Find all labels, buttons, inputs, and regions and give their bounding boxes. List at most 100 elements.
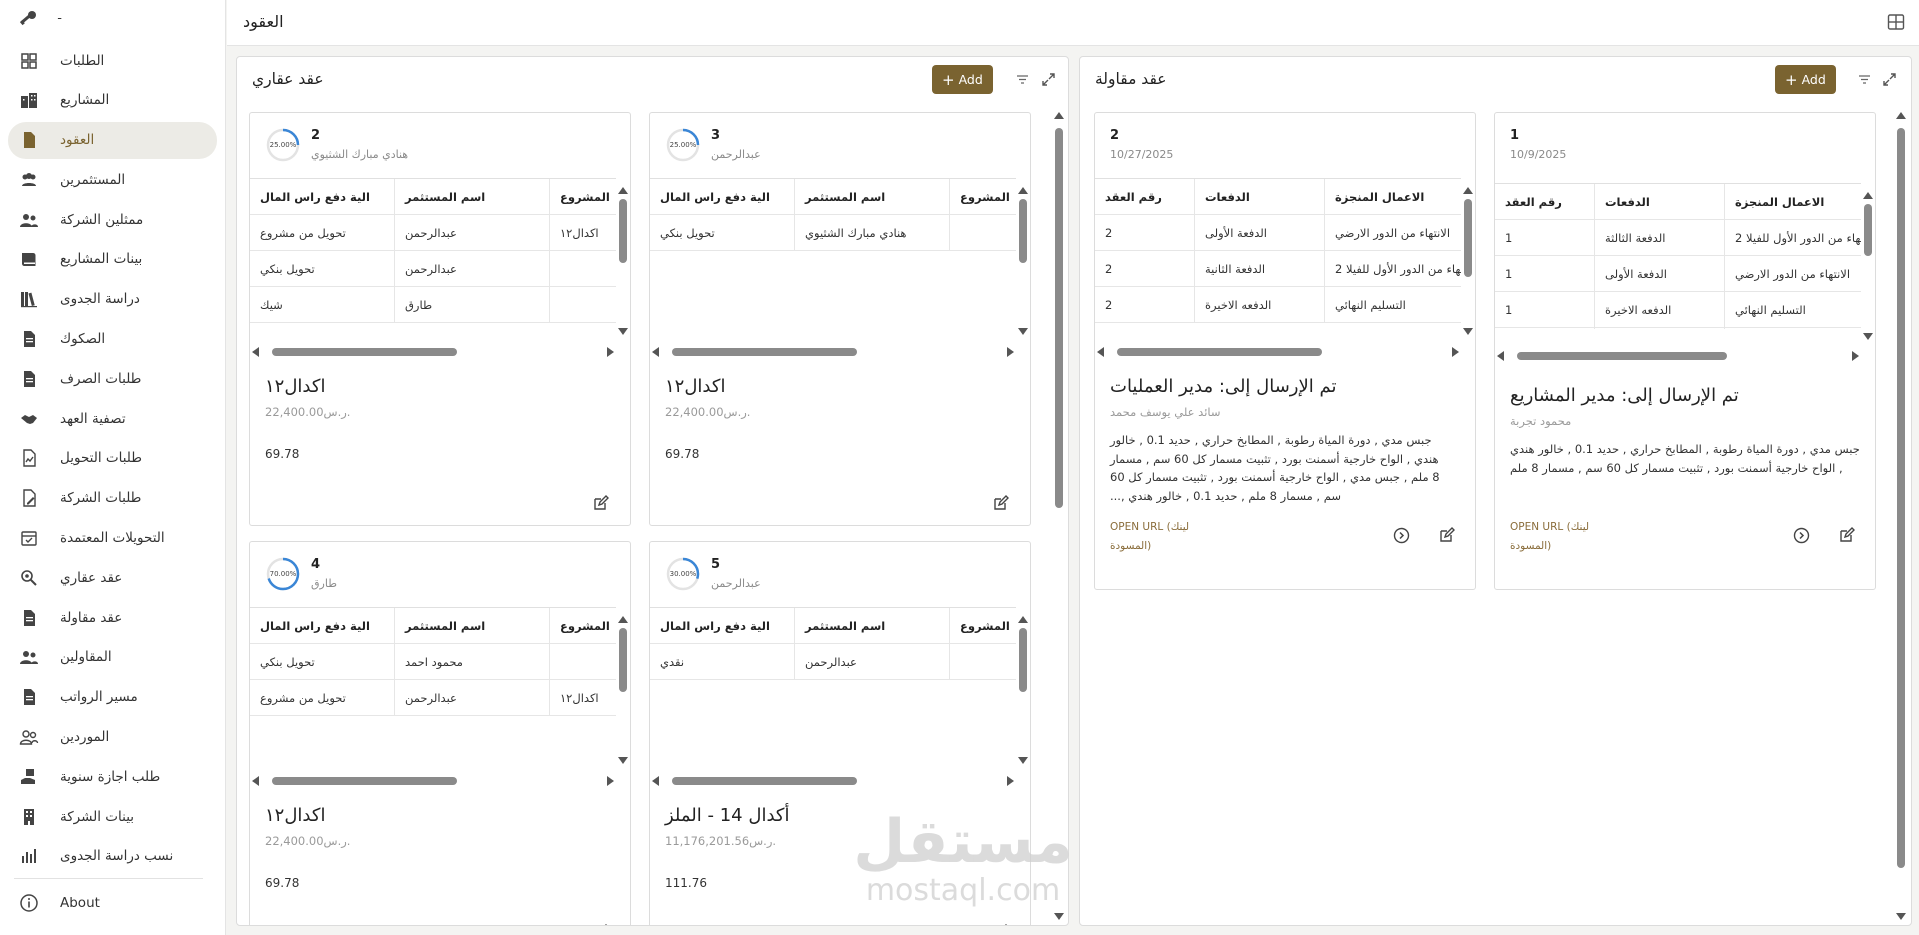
scroll-down-arrow[interactable] <box>1863 333 1873 340</box>
scroll-right-arrow[interactable] <box>1007 776 1014 786</box>
scroll-thumb[interactable] <box>272 348 457 356</box>
filter-icon[interactable] <box>1015 72 1030 87</box>
scroll-down-arrow[interactable] <box>1018 328 1028 335</box>
scroll-left-arrow[interactable] <box>1497 351 1504 361</box>
table-hscroll[interactable] <box>250 345 616 359</box>
table-vscroll[interactable] <box>616 185 629 337</box>
sidebar-item-2[interactable]: المشاريع <box>8 82 217 119</box>
scroll-thumb[interactable] <box>672 348 857 356</box>
open-url-link[interactable]: OPEN URL (لينك المسودة) <box>1510 518 1630 556</box>
scroll-left-arrow[interactable] <box>1097 347 1104 357</box>
scroll-thumb[interactable] <box>1019 628 1027 692</box>
scroll-thumb[interactable] <box>1897 128 1905 868</box>
table-vscroll[interactable] <box>1016 185 1029 337</box>
scroll-up-arrow[interactable] <box>1896 112 1906 119</box>
sidebar-item-1[interactable]: الطلبات <box>8 42 217 79</box>
table-vscroll[interactable] <box>1861 190 1874 342</box>
table-row[interactable]: 1الدفعة الثالثة الانتهاء من الدور الأول ل… <box>1495 220 1861 256</box>
sidebar-item-17[interactable]: مسير الرواتب <box>8 679 217 716</box>
sidebar-item-3[interactable]: العقود <box>8 121 217 159</box>
contracting-card[interactable]: 1 10/9/2025 رقم العقد الدفعات الاعمال المنجز… <box>1494 112 1876 590</box>
sidebar-item-12[interactable]: طلبات الشركة <box>8 480 217 517</box>
table-vscroll[interactable] <box>1016 614 1029 766</box>
scroll-left-arrow[interactable] <box>652 347 659 357</box>
scroll-thumb[interactable] <box>1864 204 1872 256</box>
scroll-right-arrow[interactable] <box>1452 347 1459 357</box>
sidebar-item-8[interactable]: الصكوك <box>8 321 217 358</box>
sidebar-item-6[interactable]: بينات المشاريع <box>8 241 217 278</box>
scroll-up-arrow[interactable] <box>618 187 628 194</box>
scroll-up-arrow[interactable] <box>1018 616 1028 623</box>
expand-icon[interactable] <box>1882 72 1897 87</box>
table-row[interactable]: تحويل بنكي محمود احمد <box>250 644 616 680</box>
real-estate-card[interactable]: 25.00% 2 هنادي مبارك الشثيوي الية دفع راس ا… <box>249 112 631 526</box>
table-hscroll[interactable] <box>650 774 1016 788</box>
scroll-right-arrow[interactable] <box>1007 347 1014 357</box>
sidebar-item-16[interactable]: المقاولين <box>8 639 217 676</box>
scroll-left-arrow[interactable] <box>652 776 659 786</box>
table-row[interactable]: 1 الدفعة الأولى الانتهاء من الدور الارضي <box>1495 256 1861 292</box>
scroll-left-arrow[interactable] <box>252 347 259 357</box>
layout-grid-icon[interactable] <box>1887 13 1905 31</box>
edit-icon[interactable] <box>1838 527 1855 544</box>
scroll-up-arrow[interactable] <box>1054 112 1064 119</box>
scroll-thumb[interactable] <box>1117 348 1322 356</box>
scroll-thumb[interactable] <box>1464 199 1472 277</box>
edit-icon[interactable] <box>592 924 609 925</box>
scroll-down-arrow[interactable] <box>618 757 628 764</box>
scroll-right-arrow[interactable] <box>607 347 614 357</box>
real-estate-card[interactable]: 25.00% 3 عبدالرحمن الية دفع راس المال اسم ال… <box>649 112 1031 526</box>
table-row[interactable]: 2الدفعة الثانية الانتهاء من الدور الأول ل… <box>1095 251 1461 287</box>
scroll-thumb[interactable] <box>272 777 457 785</box>
scroll-thumb[interactable] <box>619 199 627 263</box>
scroll-down-arrow[interactable] <box>1896 913 1906 920</box>
send-icon[interactable] <box>1393 527 1410 544</box>
add-button[interactable]: + Add <box>932 65 993 94</box>
scroll-down-arrow[interactable] <box>1463 328 1473 335</box>
table-row[interactable]: 2 الدفعه الاخيرة التسليم النهائي <box>1095 287 1461 323</box>
edit-icon[interactable] <box>992 495 1009 512</box>
sidebar-item-10[interactable]: تصفية العهد <box>8 400 217 437</box>
sidebar-item-13[interactable]: التحويلات المعتمدة <box>8 520 217 557</box>
scroll-thumb[interactable] <box>1055 128 1063 508</box>
add-button[interactable]: + Add <box>1775 65 1836 94</box>
table-row[interactable]: تحويل بنكي هنادي مبارك الشثيوي <box>650 215 1016 251</box>
table-row[interactable]: نقدي عبدالرحمن <box>650 644 1016 680</box>
table-hscroll[interactable] <box>1095 345 1461 359</box>
table-row[interactable]: شيك طارق <box>250 287 616 323</box>
scroll-down-arrow[interactable] <box>618 328 628 335</box>
scroll-thumb[interactable] <box>672 777 857 785</box>
send-icon[interactable] <box>1793 527 1810 544</box>
scroll-thumb[interactable] <box>1517 352 1727 360</box>
sidebar-item-5[interactable]: ممثلين الشركة <box>8 201 217 238</box>
sidebar-item-18[interactable]: الموردين <box>8 719 217 756</box>
edit-icon[interactable] <box>1438 527 1455 544</box>
sidebar-item-11[interactable]: طلبات التحويل <box>8 440 217 477</box>
scroll-right-arrow[interactable] <box>607 776 614 786</box>
sidebar-item-4[interactable]: المستثمرين <box>8 161 217 198</box>
edit-icon[interactable] <box>992 924 1009 925</box>
sidebar-item-21[interactable]: نسب دراسة الجدوى <box>8 838 217 875</box>
scroll-thumb[interactable] <box>619 628 627 692</box>
real-estate-card[interactable]: 70.00% 4 طارق الية دفع راس المال اسم المستثم… <box>249 541 631 925</box>
key-icon[interactable] <box>18 9 38 33</box>
table-row[interactable]: تحويل من مشروع عبدالرحمن اكدال١٢ <box>250 680 616 716</box>
table-row[interactable]: تحويل بنكي عبدالرحمن <box>250 251 616 287</box>
scroll-down-arrow[interactable] <box>1018 757 1028 764</box>
column-scrollbar[interactable] <box>1894 110 1907 922</box>
scroll-up-arrow[interactable] <box>618 616 628 623</box>
table-vscroll[interactable] <box>1461 185 1474 337</box>
sidebar-item-14[interactable]: عقد عقاري <box>8 559 217 596</box>
sidebar-item-9[interactable]: طلبات الصرف <box>8 360 217 397</box>
scroll-up-arrow[interactable] <box>1863 192 1873 199</box>
table-row[interactable]: 2 الدفعة الأولى الانتهاء من الدور الارضي <box>1095 215 1461 251</box>
scroll-right-arrow[interactable] <box>1852 351 1859 361</box>
sidebar-item-15[interactable]: عقد مقاولة <box>8 599 217 636</box>
sidebar-item-19[interactable]: طلب اجازة سنوية <box>8 758 217 795</box>
open-url-link[interactable]: OPEN URL (لينك المسودة) <box>1110 518 1230 556</box>
table-hscroll[interactable] <box>250 774 616 788</box>
column-scrollbar[interactable] <box>1052 110 1065 922</box>
table-vscroll[interactable] <box>616 614 629 766</box>
scroll-left-arrow[interactable] <box>252 776 259 786</box>
sidebar-item-about[interactable]: About <box>8 885 217 922</box>
